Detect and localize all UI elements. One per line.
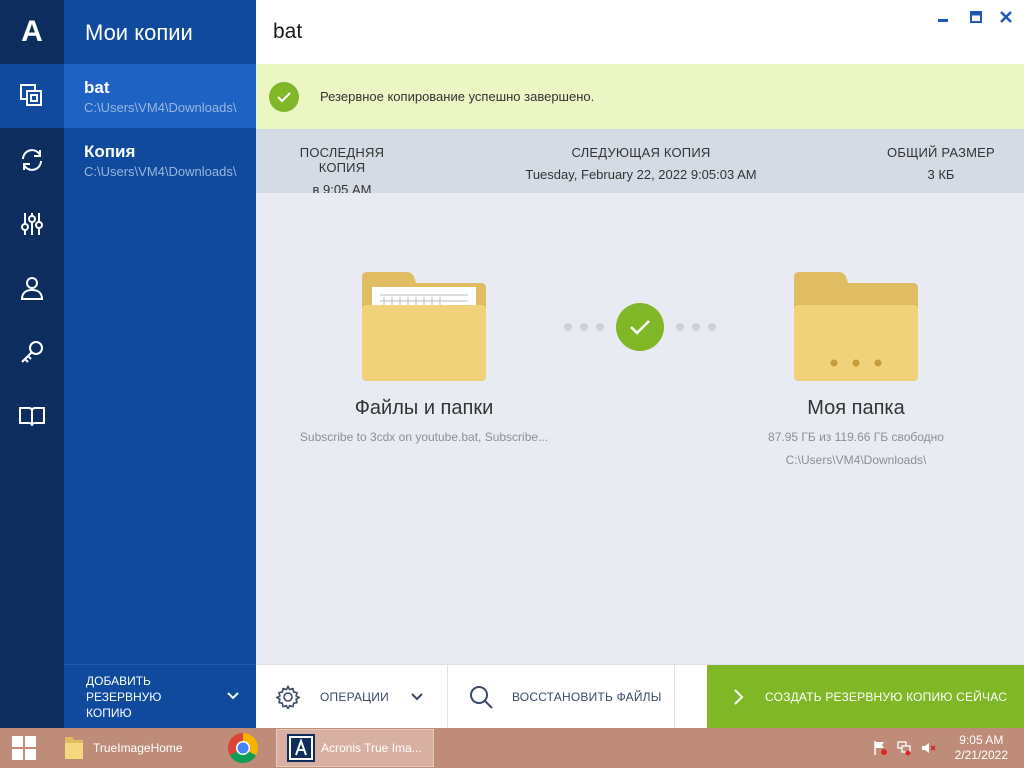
bottom-toolbar: ОПЕРАЦИИ ВОССТАНОВИТЬ ФАЙЛЫ СОЗДАТЬ РЕЗЕ…: [256, 664, 1024, 729]
stat-label: ПОСЛЕДНЯЯ КОПИЯ: [299, 145, 385, 175]
minimize-icon[interactable]: [936, 10, 950, 24]
backup-item-bat[interactable]: bat C:\Users\VM4\Downloads\: [64, 64, 256, 128]
taskbar-item-chrome[interactable]: [214, 729, 272, 767]
book-icon: [19, 407, 45, 427]
network-icon[interactable]: [896, 740, 912, 756]
search-icon: [470, 685, 493, 709]
rail-item-tools[interactable]: [0, 192, 64, 256]
source-folder-icon[interactable]: [360, 271, 488, 383]
header: bat: [256, 0, 1024, 64]
sync-icon: [22, 149, 42, 171]
backup-item-name: bat: [84, 78, 110, 97]
start-button[interactable]: [0, 728, 48, 768]
chrome-icon: [228, 733, 259, 764]
taskbar-item-trueimagehome[interactable]: TrueImageHome: [53, 729, 209, 767]
rail-item-account[interactable]: [0, 256, 64, 320]
chevron-down-icon: [411, 692, 423, 700]
source-subtitle: Subscribe to 3cdx on youtube.bat, Subscr…: [299, 430, 549, 444]
operations-button[interactable]: ОПЕРАЦИИ: [256, 665, 447, 728]
copies-icon: [20, 84, 42, 106]
status-check-icon: [616, 303, 664, 351]
taskbar-item-label: TrueImageHome: [93, 741, 183, 755]
success-banner: Резервное копирование успешно завершено.: [256, 64, 1024, 129]
source-title: Файлы и папки: [354, 397, 494, 419]
close-icon[interactable]: [999, 10, 1013, 24]
destination-folder-icon[interactable]: [792, 271, 920, 383]
rail-item-learn[interactable]: [0, 384, 64, 448]
stat-total-size: ОБЩИЙ РАЗМЕР 3 КБ: [878, 145, 1004, 182]
backup-now-label: СОЗДАТЬ РЕЗЕРВНУЮ КОПИЮ СЕЙЧАС: [765, 690, 1008, 704]
chevron-right-icon: [734, 689, 744, 705]
connector-dots-right: [676, 323, 716, 331]
volume-muted-icon[interactable]: [920, 740, 936, 756]
rail-item-sync[interactable]: [0, 128, 64, 192]
backup-item-path: C:\Users\VM4\Downloads\: [84, 164, 237, 179]
windows-logo-icon: [12, 736, 36, 760]
backup-stats: ПОСЛЕДНЯЯ КОПИЯ в 9:05 AM СЛЕДУЮЩАЯ КОПИ…: [256, 129, 1024, 197]
backup-list-panel: Мои копии bat C:\Users\VM4\Downloads\ Ко…: [64, 0, 256, 728]
clock-time: 9:05 AM: [959, 733, 1004, 747]
destination-title: Моя папка: [807, 397, 905, 419]
add-backup-button[interactable]: ДОБАВИТЬ РЕЗЕРВНУЮ КОПИЮ: [64, 664, 256, 728]
action-center-flag-icon[interactable]: [872, 740, 888, 756]
key-icon: [21, 341, 43, 363]
stat-next-backup: СЛЕДУЮЩАЯ КОПИЯ Tuesday, February 22, 20…: [511, 145, 771, 182]
gear-icon: [276, 684, 300, 709]
destination-free-space: 87.95 ГБ из 119.66 ГБ свободно: [768, 430, 944, 444]
icon-rail: A: [0, 0, 64, 728]
operations-label: ОПЕРАЦИИ: [320, 689, 389, 704]
chevron-down-icon[interactable]: [226, 689, 240, 703]
windows-taskbar: TrueImageHome Acronis True Ima... 9:05 A…: [0, 728, 1024, 768]
destination-path: C:\Users\VM4\Downloads\: [785, 453, 927, 467]
add-backup-label: ДОБАВИТЬ РЕЗЕРВНУЮ КОПИЮ: [86, 673, 162, 720]
banner-message: Резервное копирование успешно завершено.: [320, 89, 595, 104]
stat-value: 3 КБ: [927, 167, 955, 182]
backup-overview: Файлы и папки Subscribe to 3cdx on youtu…: [256, 193, 1024, 664]
restore-files-label: ВОССТАНОВИТЬ ФАЙЛЫ: [512, 689, 662, 704]
acronis-logo: A: [21, 15, 43, 48]
maximize-icon[interactable]: [969, 10, 983, 24]
stat-label: СЛЕДУЮЩАЯ КОПИЯ: [571, 145, 711, 160]
rail-item-key[interactable]: [0, 320, 64, 384]
account-icon: [20, 277, 44, 300]
tools-icon: [21, 213, 43, 235]
folder-icon: [65, 737, 83, 759]
backup-item-name: Копия: [84, 142, 136, 161]
connector-dots-left: [564, 323, 604, 331]
success-check-icon: [269, 81, 299, 112]
taskbar-item-label: Acronis True Ima...: [321, 741, 422, 755]
system-tray: [872, 740, 936, 756]
stat-value: Tuesday, February 22, 2022 9:05:03 AM: [525, 167, 757, 182]
backup-item-kopiya[interactable]: Копия C:\Users\VM4\Downloads\: [64, 128, 256, 192]
page-title: bat: [273, 20, 303, 43]
toolbar-divider: [674, 665, 675, 728]
stat-label: ОБЩИЙ РАЗМЕР: [887, 145, 995, 160]
backup-item-path: C:\Users\VM4\Downloads\: [84, 100, 237, 115]
stat-last-backup: ПОСЛЕДНЯЯ КОПИЯ в 9:05 AM: [278, 145, 406, 197]
backup-now-button[interactable]: СОЗДАТЬ РЕЗЕРВНУЮ КОПИЮ СЕЙЧАС: [707, 665, 1024, 729]
taskbar-item-acronis[interactable]: Acronis True Ima...: [276, 729, 434, 767]
acronis-icon: [287, 734, 315, 762]
restore-files-button[interactable]: ВОССТАНОВИТЬ ФАЙЛЫ: [448, 665, 674, 728]
taskbar-clock[interactable]: 9:05 AM 2/21/2022: [955, 733, 1008, 763]
rail-item-backups[interactable]: [0, 64, 64, 128]
clock-date: 2/21/2022: [954, 748, 1008, 762]
panel-title: Мои копии: [85, 20, 193, 45]
